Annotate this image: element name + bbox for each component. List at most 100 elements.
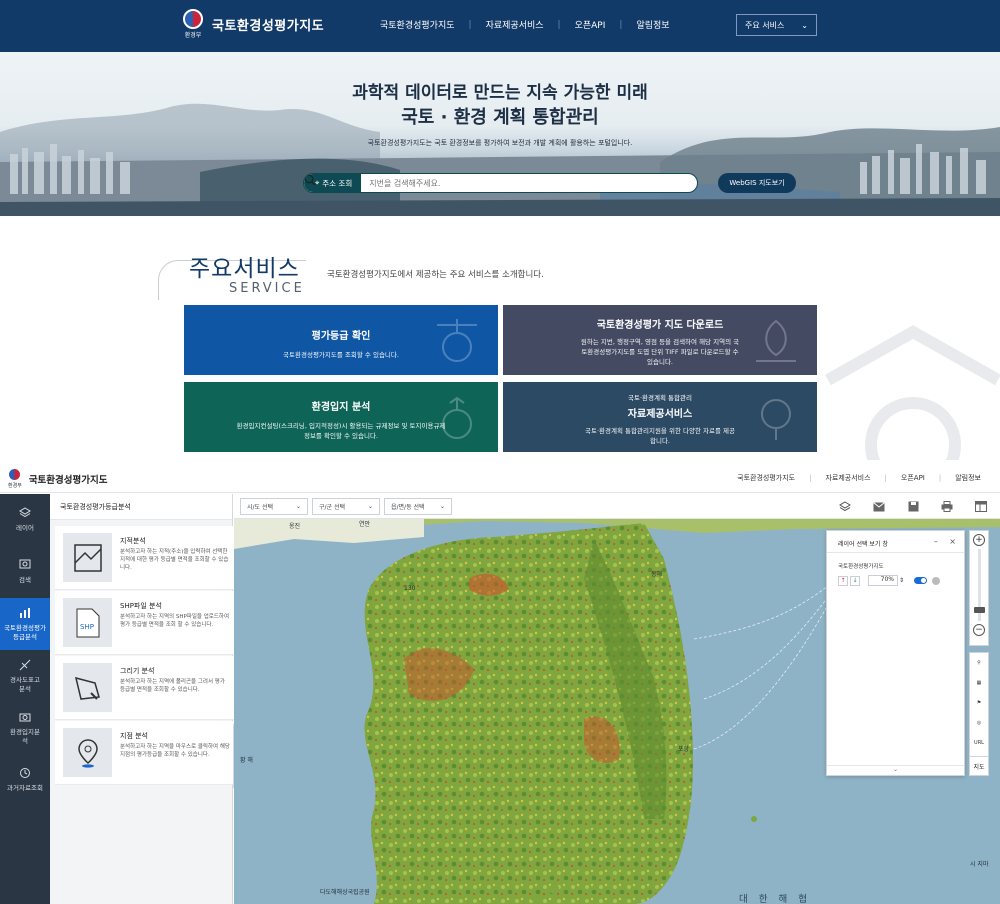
sido-select-label: 시/도 선택 xyxy=(247,504,274,511)
nav-separator: | xyxy=(557,19,561,30)
webgis-map-button[interactable]: WebGIS 지도보기 xyxy=(718,173,796,193)
print-icon[interactable] xyxy=(940,500,954,513)
app-nav-evaluation-map[interactable]: 국토환경성평가지도 xyxy=(737,473,795,483)
nav-notice[interactable]: 알림정보 xyxy=(636,18,669,31)
zoom-slider-handle[interactable] xyxy=(973,607,985,613)
remove-layer-icon[interactable] xyxy=(932,576,941,585)
chevron-down-icon: ⌄ xyxy=(367,503,373,510)
street-view-icon[interactable]: ⚲ xyxy=(970,653,988,673)
nav-separator: | xyxy=(619,19,623,30)
map-label: 동해 xyxy=(651,571,663,578)
analysis-item-desc: 분석하고자 하는 지적(주소)을 입력하여 선택한 지적에 대한 평가 등급별 … xyxy=(120,549,229,571)
layer-name: 국토환경성평가지도 xyxy=(838,564,884,570)
opacity-input[interactable]: 70% xyxy=(868,575,898,586)
app-nav: 국토환경성평가지도 | 자료제공서비스 | 오픈API | 알림정보 xyxy=(737,473,981,483)
hero-banner: 과학적 데이터로 만드는 지속 가능한 미래 국토 · 환경 계획 통합관리 국… xyxy=(0,52,1000,216)
app-nav-notice[interactable]: 알림정보 xyxy=(955,473,981,483)
rail-item-label: 국토환경성평가등급분석 xyxy=(4,623,46,641)
nav-open-api[interactable]: 오픈API xyxy=(575,18,606,31)
rail-item-label: 레이어 xyxy=(16,524,34,532)
analysis-item-desc: 분석하고자 하는 지역을 마우스로 클릭하여 해당 지점의 평가등급을 조회할 … xyxy=(120,744,230,758)
url-button[interactable]: URL xyxy=(970,733,988,753)
layer-visibility-toggle[interactable] xyxy=(914,577,928,584)
app-logo[interactable]: 환경부 국토환경성평가지도 xyxy=(8,468,107,489)
app-nav-data-service[interactable]: 자료제공서비스 xyxy=(825,473,870,483)
analysis-item-title: 지점 분석 xyxy=(120,732,148,740)
rail-item-label: 환경입지분석 xyxy=(10,727,40,745)
address-search-label-text: 주소 조회 xyxy=(322,178,353,188)
gugun-select[interactable]: 구/군 선택 ⌄ xyxy=(312,498,380,515)
portal-brand: 국토환경성평가지도 xyxy=(212,18,325,34)
service-card-desc: 환경입지컨설팅(스크리닝, 입지적정성)시 활용되는 규제정보 및 토지이용규제… xyxy=(236,422,446,440)
strait-label: 대 한 해 협 xyxy=(739,894,812,904)
layer-controls: ↑ ↓ 70% ⇕ xyxy=(838,575,964,586)
marker-icon[interactable]: ⚑ xyxy=(970,693,988,713)
analysis-item-title: 지적분석 xyxy=(120,537,146,545)
analysis-item-parcel[interactable]: 지적분석 분석하고자 하는 지적(주소)을 입력하여 선택한 지적에 대한 평가… xyxy=(55,526,238,590)
map-label: 130 xyxy=(404,585,416,592)
portal-header: 환경부 국토환경성평가지도 국토환경성평가지도 | 자료제공서비스 | 오픈AP… xyxy=(0,0,1000,52)
dong-select-label: 읍/면/동 선택 xyxy=(391,504,425,511)
layer-window-header: 레이어 선택 보기 창 – × xyxy=(827,531,964,553)
portal-logo[interactable]: 환경부 국토환경성평가지도 xyxy=(183,9,324,39)
zoom-control: + − xyxy=(969,530,989,646)
analysis-item-shp[interactable]: SHP SHP파일 분석 분석하고자 하는 지역의 SHP파일을 업로드하여 평… xyxy=(55,591,238,655)
main-service-select-label: 주요 서비스 xyxy=(745,20,785,30)
zoom-out-button[interactable]: − xyxy=(973,624,985,636)
rail-item-slope-analysis[interactable]: 경사도표고분석 xyxy=(0,650,50,702)
map-label: 황 해 xyxy=(240,757,253,764)
zoom-area-icon[interactable]: ◎ xyxy=(970,713,988,733)
chevron-down-icon[interactable]: ⌄ xyxy=(827,765,964,775)
stepper-icon[interactable]: ⇕ xyxy=(899,577,904,584)
main-service-select[interactable]: 주요 서비스 ⌄ xyxy=(736,14,817,36)
close-icon[interactable]: × xyxy=(949,537,956,546)
service-card-site-analysis[interactable]: 환경입지 분석 환경입지컨설팅(스크리닝, 입지적정성)시 활용되는 규제정보 … xyxy=(184,382,498,452)
analysis-item-draw[interactable]: 그리기 분석 분석하고자 하는 지역에 폴리곤을 그려서 평가 등급별 면적을 … xyxy=(55,656,238,720)
analysis-item-desc: 분석하고자 하는 지역에 폴리곤을 그려서 평가 등급별 면적을 조회할 수 있… xyxy=(120,679,225,693)
map-label: 포항 xyxy=(678,746,690,753)
app-nav-open-api[interactable]: 오픈API xyxy=(901,473,925,483)
address-search-input[interactable] xyxy=(361,178,675,188)
chevron-down-icon: ⌄ xyxy=(801,20,808,30)
layer-selection-window: 레이어 선택 보기 창 – × 국토환경성평가지도 ↑ ↓ 70% ⇕ ⌄ xyxy=(826,530,965,776)
layout-icon[interactable] xyxy=(974,500,988,513)
service-card-map-download[interactable]: 국토환경성평가 지도 다운로드 원하는 지번, 행정구역, 영점 등을 검색하여… xyxy=(503,305,817,375)
rail-item-site-analysis[interactable]: 환경입지분석 xyxy=(0,702,50,754)
hero-title-line2: 국토 · 환경 계획 통합관리 xyxy=(401,107,599,128)
rail-item-search[interactable]: 검색 xyxy=(0,546,50,598)
sido-select[interactable]: 시/도 선택 ⌄ xyxy=(240,498,308,515)
layers-icon[interactable] xyxy=(838,500,852,513)
analysis-item-title: 그리기 분석 xyxy=(120,667,155,675)
rail-item-label: 검색 xyxy=(19,576,31,584)
nav-evaluation-map[interactable]: 국토환경성평가지도 xyxy=(380,18,455,31)
rail-item-layers[interactable]: 레이어 xyxy=(0,494,50,546)
area-measure-icon[interactable]: ▦ xyxy=(970,673,988,693)
zoom-slider[interactable] xyxy=(973,549,985,621)
move-down-icon[interactable]: ↓ xyxy=(850,575,860,586)
shp-file-icon: SHP xyxy=(63,598,112,647)
rail-item-history[interactable]: 과거자료조회 xyxy=(0,754,50,806)
layers-icon xyxy=(19,507,31,518)
save-icon[interactable] xyxy=(906,500,920,513)
zoom-in-button[interactable]: + xyxy=(973,534,985,546)
minimize-icon[interactable]: – xyxy=(934,537,938,546)
mail-icon[interactable] xyxy=(872,500,886,513)
analysis-panel-title: 국토환경성평가등급분석 xyxy=(50,494,232,520)
service-card-grade-check[interactable]: 평가등급 확인 국토환경성평가지도를 조회할 수 있습니다. xyxy=(184,305,498,375)
analysis-item-point[interactable]: 지점 분석 분석하고자 하는 지역을 마우스로 클릭하여 해당 지점의 평가등급… xyxy=(55,721,238,785)
government-emblem-icon: 환경부 xyxy=(8,468,22,489)
camera-icon xyxy=(19,713,31,721)
basemap-button[interactable]: 지도 xyxy=(969,756,989,776)
parcel-map-icon xyxy=(63,533,112,582)
hero-title-line1: 과학적 데이터로 만드는 지속 가능한 미래 xyxy=(352,83,648,103)
nav-data-service[interactable]: 자료제공서비스 xyxy=(486,18,544,31)
left-rail: 레이어 검색 국토환경성평가등급분석 경사도표고분석 환경입지분석 과거자료조회 xyxy=(0,494,50,904)
move-up-icon[interactable]: ↑ xyxy=(838,575,848,586)
dong-select[interactable]: 읍/면/동 선택 ⌄ xyxy=(384,498,452,515)
rail-item-grade-analysis[interactable]: 국토환경성평가등급분석 xyxy=(0,598,50,650)
service-card-data-provision[interactable]: 국토·환경계획 통합관리 자료제공서비스 국토·환경계획 통합관리지원을 위한 … xyxy=(503,382,817,452)
rail-item-label: 경사도표고분석 xyxy=(10,675,40,693)
nav-separator: | xyxy=(809,474,812,482)
gugun-select-label: 구/군 선택 xyxy=(319,504,346,511)
bar-chart-icon xyxy=(20,607,30,618)
